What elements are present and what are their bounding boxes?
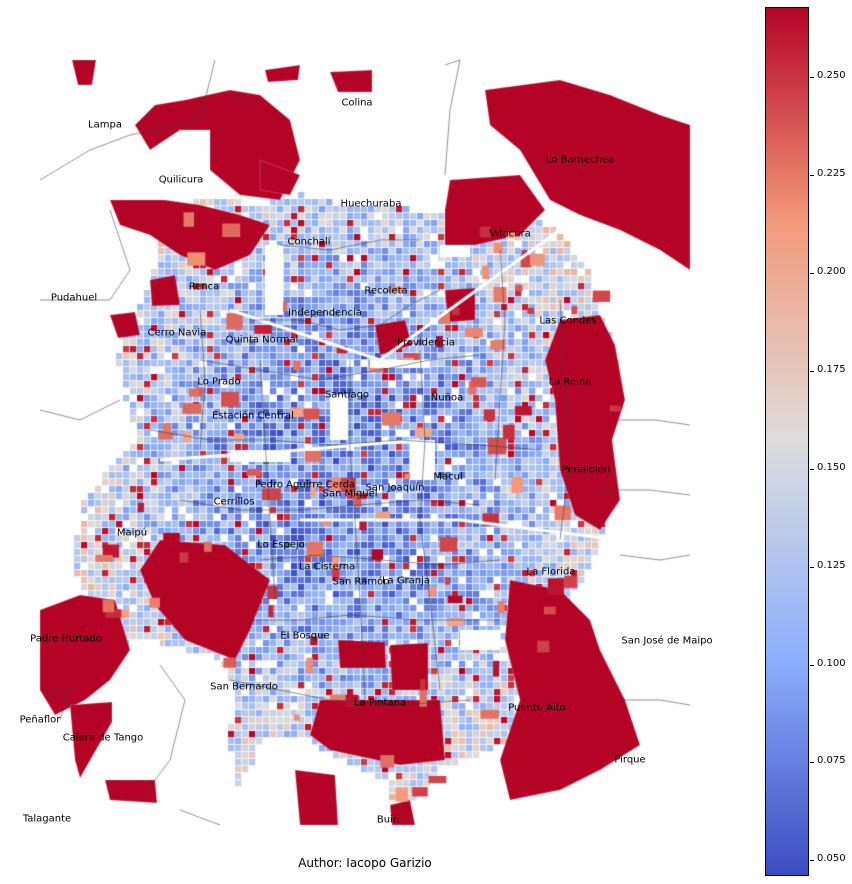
- commune-label: Talagante: [22, 813, 72, 825]
- commune-label: Recoleta: [364, 285, 408, 297]
- tick-mark: [810, 273, 814, 275]
- colorbar: [765, 7, 809, 876]
- tick-mark: [810, 77, 814, 79]
- commune-label: Pirque: [614, 754, 646, 766]
- commune-label: Ñuñoa: [430, 392, 464, 404]
- commune-label: Huechuraba: [340, 198, 402, 210]
- commune-label: Peñaflor: [19, 714, 61, 726]
- commune-label: La Cisterna: [298, 561, 356, 573]
- commune-label: Estación Central: [212, 410, 294, 422]
- tick-mark: [810, 371, 814, 373]
- tick-label: 0.100: [817, 657, 846, 669]
- commune-label: Lo Prado: [197, 376, 241, 388]
- commune-label: Buin: [376, 814, 400, 826]
- commune-label: San Bernardo: [210, 681, 278, 693]
- commune-label: Colina: [341, 97, 373, 109]
- commune-label: Peñalolén: [561, 464, 611, 476]
- commune-label: Padre Hurtado: [30, 633, 102, 645]
- tick-mark: [810, 566, 814, 568]
- commune-label: Renca: [188, 281, 220, 293]
- tick-label: 0.150: [817, 461, 846, 473]
- tick-mark: [810, 664, 814, 666]
- commune-label: El Bosque: [280, 630, 330, 642]
- commune-label: Cerro Navia: [147, 327, 207, 339]
- tick-label: 0.250: [817, 70, 846, 82]
- tick-label: 0.050: [817, 853, 846, 865]
- commune-label: La Granja: [381, 575, 431, 587]
- commune-label: Macul: [433, 471, 463, 483]
- commune-label: Cerrillos: [213, 496, 255, 508]
- tick-mark: [810, 468, 814, 470]
- commune-label: Lo Barnechea: [545, 154, 615, 166]
- commune-label: Las Condes: [539, 315, 597, 327]
- commune-label: La Pintana: [353, 697, 407, 709]
- commune-label: Lampa: [88, 119, 122, 131]
- commune-label: Providencia: [397, 337, 455, 349]
- tick-mark: [810, 860, 814, 862]
- tick-label: 0.225: [817, 168, 846, 180]
- commune-label: Pudahuel: [50, 292, 98, 304]
- commune-label: Quilicura: [158, 174, 204, 186]
- commune-label: Puente Alto: [508, 702, 566, 714]
- commune-label: Calera de Tango: [62, 732, 144, 744]
- author-credit: Author: Iacopo Garizio: [298, 856, 432, 870]
- commune-label: Conchalí: [287, 236, 331, 248]
- commune-label: La Florida: [526, 566, 576, 578]
- tick-label: 0.075: [817, 755, 846, 767]
- commune-label: Vitacura: [489, 228, 531, 240]
- commune-label: Maipú: [116, 527, 148, 539]
- commune-label: Santiago: [324, 389, 370, 401]
- commune-label: Quinta Normal: [225, 334, 299, 346]
- tick-label: 0.200: [817, 266, 846, 278]
- tick-label: 0.125: [817, 559, 846, 571]
- figure: Colina Lampa Lo Barnechea Quilicura Huechura…: [0, 0, 852, 884]
- choropleth-map: [0, 0, 760, 884]
- commune-label: Lo Espejo: [257, 539, 305, 551]
- commune-label: Independencia: [288, 307, 362, 319]
- tick-label: 0.175: [817, 364, 846, 376]
- tick-mark: [810, 175, 814, 177]
- tick-mark: [810, 762, 814, 764]
- commune-label: San José de Maipo: [621, 635, 713, 647]
- commune-label: La Reina: [548, 376, 592, 388]
- commune-label: San Miguel: [322, 488, 378, 500]
